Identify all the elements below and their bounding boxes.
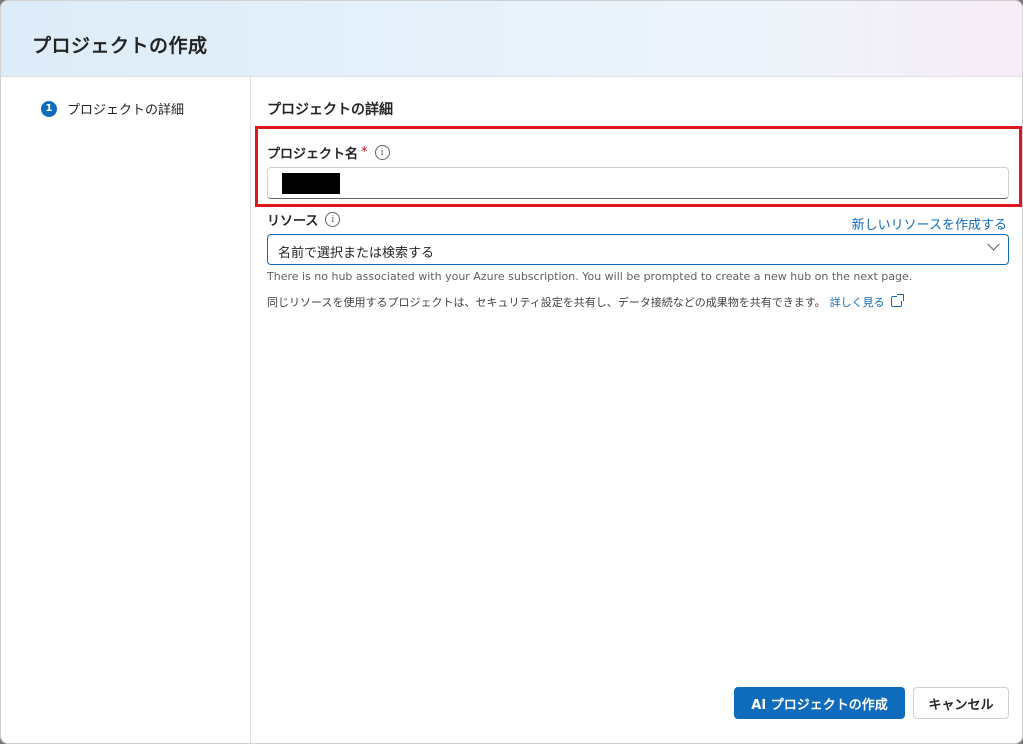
external-link-icon[interactable] bbox=[890, 294, 904, 307]
cancel-button[interactable]: キャンセル bbox=[913, 687, 1009, 719]
resource-description: 同じリソースを使用するプロジェクトは、セキュリティ設定を共有し、データ接続などの… bbox=[267, 294, 904, 310]
steps-pane: 1 プロジェクトの詳細 bbox=[1, 77, 251, 743]
dialog-title: プロジェクトの作成 bbox=[32, 35, 208, 57]
step-project-details[interactable]: 1 プロジェクトの詳細 bbox=[41, 99, 184, 118]
resource-hint: There is no hub associated with your Azu… bbox=[267, 270, 913, 283]
step-number-badge: 1 bbox=[41, 100, 57, 117]
resource-select[interactable]: 名前で選択または検索する bbox=[267, 234, 1009, 265]
project-name-label: プロジェクト名 * i bbox=[267, 143, 390, 162]
project-name-input[interactable] bbox=[267, 167, 1009, 199]
dialog-header: プロジェクトの作成 bbox=[1, 1, 1022, 77]
step-label: プロジェクトの詳細 bbox=[67, 103, 185, 118]
project-name-label-text: プロジェクト名 bbox=[267, 147, 359, 162]
info-icon[interactable]: i bbox=[374, 145, 390, 160]
chevron-down-icon bbox=[987, 237, 1000, 251]
create-new-resource-link[interactable]: 新しいリソースを作成する bbox=[852, 214, 1007, 233]
required-marker: * bbox=[361, 145, 368, 160]
learn-more-link[interactable]: 詳しく見る bbox=[830, 296, 885, 309]
create-project-dialog: プロジェクトの作成 1 プロジェクトの詳細 プロジェクトの詳細 プロジェクト名 … bbox=[0, 0, 1023, 744]
section-title: プロジェクトの詳細 bbox=[267, 102, 393, 118]
resource-label-text: リソース bbox=[267, 214, 319, 229]
resource-label: リソース i bbox=[267, 210, 341, 229]
resource-select-placeholder: 名前で選択または検索する bbox=[278, 246, 435, 261]
create-ai-project-button[interactable]: AI プロジェクトの作成 bbox=[734, 687, 905, 719]
resource-description-text: 同じリソースを使用するプロジェクトは、セキュリティ設定を共有し、データ接続などの… bbox=[267, 296, 826, 309]
redacted-value bbox=[282, 173, 340, 194]
form-content: プロジェクトの詳細 プロジェクト名 * i リソース i 新しいリソースを作成す… bbox=[255, 77, 1022, 743]
info-icon[interactable]: i bbox=[325, 212, 341, 227]
